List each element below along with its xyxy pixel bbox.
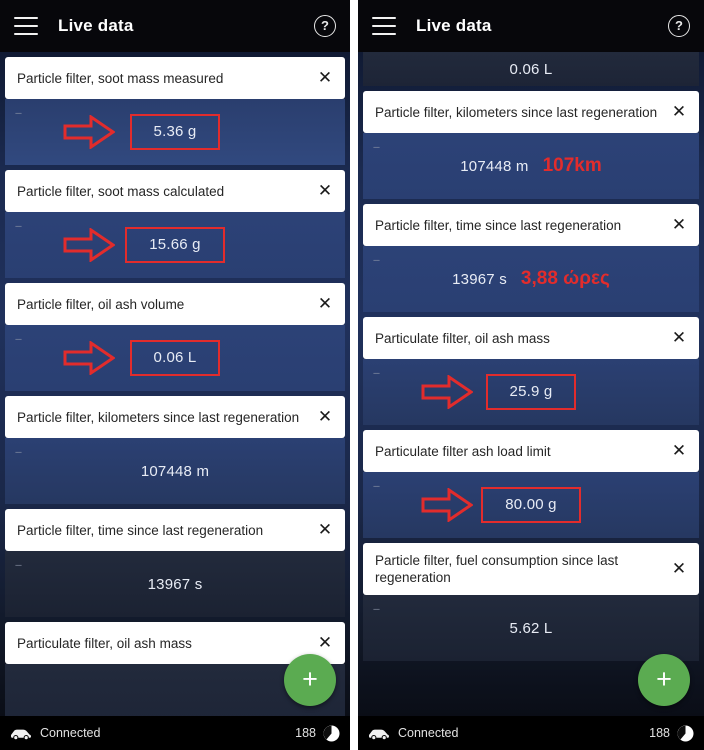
left-statusbar: Connected 188: [0, 716, 350, 750]
page-title: Live data: [416, 16, 492, 35]
parameter-label: Particle filter, soot mass calculated: [17, 183, 225, 199]
parameter-value: 13967 s: [147, 575, 203, 593]
help-icon[interactable]: ?: [668, 15, 690, 37]
dash-marker: ---: [373, 481, 380, 491]
connection-status: Connected: [398, 726, 459, 740]
dual-screenshot-container: Live data ? Particle filter, soot mass m…: [0, 0, 704, 750]
battery-icon: [677, 725, 694, 742]
list-item-value: --- 0.06 L: [5, 325, 345, 391]
list-item-value: --- 5.62 L: [363, 595, 699, 661]
annotation-arrow-icon: [63, 115, 115, 149]
page-title: Live data: [58, 16, 134, 35]
annotated-value: 0.06 L: [129, 340, 221, 376]
dash-marker: ---: [15, 334, 22, 344]
parameter-label: Particulate filter, oil ash mass: [17, 635, 192, 651]
close-icon[interactable]: ✕: [313, 179, 337, 203]
list-item-title[interactable]: Particle filter, soot mass measured ✕: [5, 57, 345, 99]
list-item-value: --- 25.9 g: [363, 359, 699, 425]
parameter-label: Particulate filter ash load limit: [375, 443, 551, 459]
parameter-label: Particle filter, oil ash volume: [17, 296, 185, 312]
add-parameter-fab[interactable]: +: [284, 654, 336, 706]
hamburger-menu-icon[interactable]: [14, 17, 38, 35]
annotated-value: 80.00 g: [481, 487, 581, 523]
right-live-data-list[interactable]: 0.06 L Particle filter, kilometers since…: [358, 52, 704, 716]
add-parameter-fab[interactable]: +: [638, 654, 690, 706]
parameter-label: Particle filter, kilometers since last r…: [17, 409, 300, 425]
list-item-title[interactable]: Particulate filter, oil ash mass ✕: [5, 622, 345, 664]
annotation-arrow-icon: [421, 375, 473, 409]
list-item-title[interactable]: Particle filter, time since last regener…: [363, 204, 699, 246]
status-count: 188: [649, 726, 670, 740]
dash-marker: ---: [15, 560, 22, 570]
close-icon[interactable]: ✕: [667, 557, 691, 581]
parameter-label: Particle filter, soot mass measured: [17, 70, 224, 86]
list-item-title[interactable]: Particle filter, kilometers since last r…: [5, 396, 345, 438]
dash-marker: ---: [15, 221, 22, 231]
parameter-label: Particle filter, fuel consumption since …: [375, 553, 619, 585]
list-item-value: --- 107448 m: [5, 438, 345, 504]
right-appbar: Live data ?: [358, 0, 704, 52]
dash-marker: ---: [373, 142, 380, 152]
list-item-title[interactable]: Particulate filter ash load limit ✕: [363, 430, 699, 472]
parameter-value: 0.06 L: [509, 60, 553, 78]
dash-marker: ---: [373, 255, 380, 265]
list-item-title[interactable]: Particle filter, soot mass calculated ✕: [5, 170, 345, 212]
list-item-value-partial: 0.06 L: [363, 52, 699, 86]
hamburger-menu-icon[interactable]: [372, 17, 396, 35]
left-appbar: Live data ?: [0, 0, 350, 52]
left-live-data-list[interactable]: Particle filter, soot mass measured ✕ --…: [0, 52, 350, 716]
screen-divider: [350, 0, 358, 750]
list-item-title[interactable]: Particle filter, time since last regener…: [5, 509, 345, 551]
close-icon[interactable]: ✕: [667, 326, 691, 350]
dash-marker: ---: [15, 108, 22, 118]
list-item-value: --- 15.66 g: [5, 212, 345, 278]
dash-marker: ---: [373, 368, 380, 378]
battery-icon: [323, 725, 340, 742]
close-icon[interactable]: ✕: [667, 100, 691, 124]
parameter-value: 107448 m: [460, 157, 529, 175]
parameter-label: Particle filter, time since last regener…: [17, 522, 264, 538]
parameter-label: Particle filter, kilometers since last r…: [375, 104, 658, 120]
status-count: 188: [295, 726, 316, 740]
list-item-value: --- 13967 s: [5, 551, 345, 617]
parameter-label: Particle filter, time since last regener…: [375, 217, 622, 233]
list-item-title[interactable]: Particle filter, oil ash volume ✕: [5, 283, 345, 325]
list-item-value: --- 80.00 g: [363, 472, 699, 538]
right-phone-screen: Live data ? 0.06 L Particle filter, kilo…: [358, 0, 704, 750]
list-item-title[interactable]: Particle filter, kilometers since last r…: [363, 91, 699, 133]
close-icon[interactable]: ✕: [313, 405, 337, 429]
list-item-value: --- 5.36 g: [5, 99, 345, 165]
close-icon[interactable]: ✕: [313, 518, 337, 542]
list-item-value: --- 107448 m 107km: [363, 133, 699, 199]
annotation-arrow-icon: [63, 228, 115, 262]
annotation-note: 3,88 ώρες: [520, 268, 610, 289]
annotation-arrow-icon: [63, 341, 115, 375]
help-icon[interactable]: ?: [314, 15, 336, 37]
connection-status: Connected: [40, 726, 101, 740]
right-statusbar: Connected 188: [358, 716, 704, 750]
parameter-label: Particulate filter, oil ash mass: [375, 330, 550, 346]
annotated-value: 25.9 g: [485, 374, 577, 410]
annotation-arrow-icon: [421, 488, 473, 522]
list-item-title[interactable]: Particle filter, fuel consumption since …: [363, 543, 699, 595]
car-icon: [10, 726, 32, 740]
parameter-value: 13967 s: [452, 270, 507, 288]
list-item-title[interactable]: Particulate filter, oil ash mass ✕: [363, 317, 699, 359]
left-phone-screen: Live data ? Particle filter, soot mass m…: [0, 0, 350, 750]
annotated-value: 15.66 g: [125, 227, 225, 263]
car-icon: [368, 726, 390, 740]
list-item-value: --- 13967 s 3,88 ώρες: [363, 246, 699, 312]
close-icon[interactable]: ✕: [313, 292, 337, 316]
close-icon[interactable]: ✕: [313, 66, 337, 90]
parameter-value: 107448 m: [140, 462, 210, 480]
close-icon[interactable]: ✕: [667, 439, 691, 463]
parameter-value: 5.62 L: [509, 619, 553, 637]
annotation-note: 107km: [542, 155, 602, 176]
close-icon[interactable]: ✕: [313, 631, 337, 655]
close-icon[interactable]: ✕: [667, 213, 691, 237]
dash-marker: ---: [15, 447, 22, 457]
dash-marker: ---: [373, 604, 380, 614]
annotated-value: 5.36 g: [129, 114, 221, 150]
